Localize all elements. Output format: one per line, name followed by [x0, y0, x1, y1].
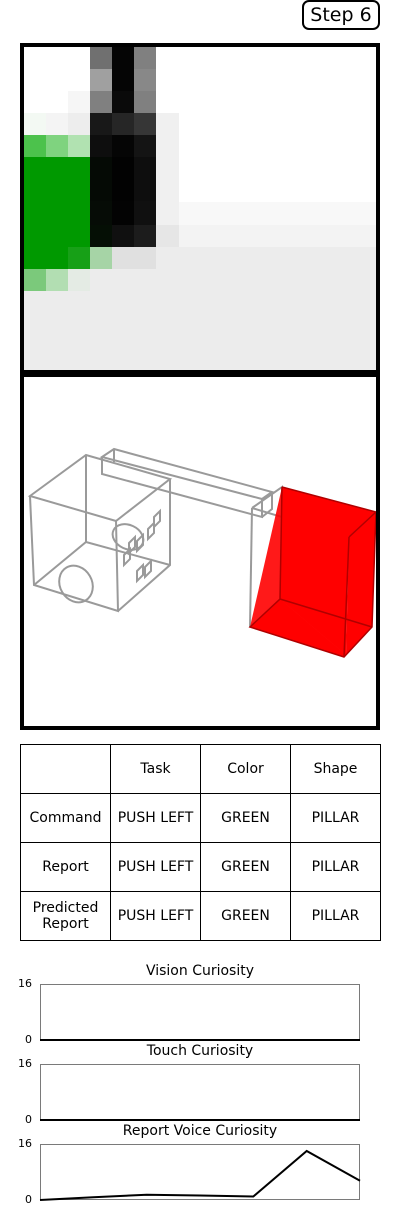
plot-svg	[40, 1119, 360, 1121]
scene-view	[20, 373, 380, 730]
color-cell: GREEN	[200, 793, 291, 843]
vision-image	[24, 47, 376, 370]
header-cell-color: Color	[200, 744, 291, 794]
y-tick-min: 0	[25, 1193, 32, 1206]
table-header-row: Task Color Shape	[20, 744, 381, 794]
header-cell-shape: Shape	[290, 744, 381, 794]
y-tick-max: 16	[18, 1057, 32, 1070]
plot-svg	[40, 1039, 360, 1041]
color-cell: GREEN	[200, 891, 291, 941]
color-cell: GREEN	[200, 842, 291, 892]
task-cell: PUSH LEFT	[110, 891, 201, 941]
step-badge: Step 6	[302, 0, 380, 30]
task-cell: PUSH LEFT	[110, 793, 201, 843]
scene-render	[27, 447, 376, 658]
series-line	[39, 1149, 361, 1201]
chart-title: Vision Curiosity	[145, 963, 255, 979]
shape-cell: PILLAR	[290, 891, 381, 941]
row-label: Predicted Report	[20, 891, 111, 941]
y-tick-max: 16	[18, 1137, 32, 1150]
table-row: Predicted Report PUSH LEFT GREEN PILLAR	[20, 891, 381, 941]
plot-svg	[39, 1149, 361, 1201]
y-tick-min: 0	[25, 1113, 32, 1126]
y-tick-max: 16	[18, 977, 32, 990]
task-cell: PUSH LEFT	[110, 842, 201, 892]
table-row: Report PUSH LEFT GREEN PILLAR	[20, 842, 381, 892]
row-label: Report	[20, 842, 111, 892]
shape-cell: PILLAR	[290, 793, 381, 843]
header-cell-empty	[20, 744, 111, 794]
shape-cell: PILLAR	[290, 842, 381, 892]
chart-title: Touch Curiosity	[146, 1043, 254, 1059]
row-label: Command	[20, 793, 111, 843]
y-tick-min: 0	[25, 1033, 32, 1046]
table-row: Command PUSH LEFT GREEN PILLAR	[20, 793, 381, 843]
command-report-table: Task Color Shape Command PUSH LEFT GREEN…	[20, 744, 381, 941]
chart-title: Report Voice Curiosity	[122, 1123, 278, 1139]
vision-view	[20, 43, 380, 374]
header-cell-task: Task	[110, 744, 201, 794]
